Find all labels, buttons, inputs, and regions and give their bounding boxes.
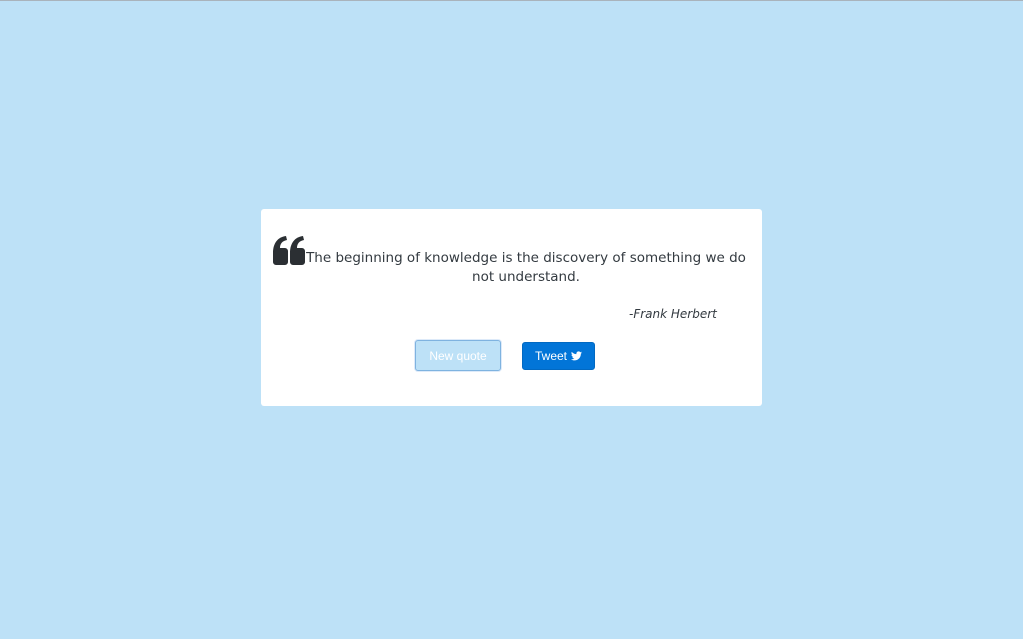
quote-card: The beginning of knowledge is the discov… xyxy=(261,209,762,406)
tweet-button[interactable]: Tweet xyxy=(522,342,595,370)
quote-text: The beginning of knowledge is the discov… xyxy=(306,250,746,285)
tweet-label: Tweet xyxy=(534,349,567,363)
quote-author: -Frank Herbert xyxy=(629,307,717,321)
new-quote-label: New quote xyxy=(429,348,487,363)
new-quote-button[interactable]: New quote xyxy=(415,340,501,371)
twitter-icon xyxy=(571,351,582,361)
